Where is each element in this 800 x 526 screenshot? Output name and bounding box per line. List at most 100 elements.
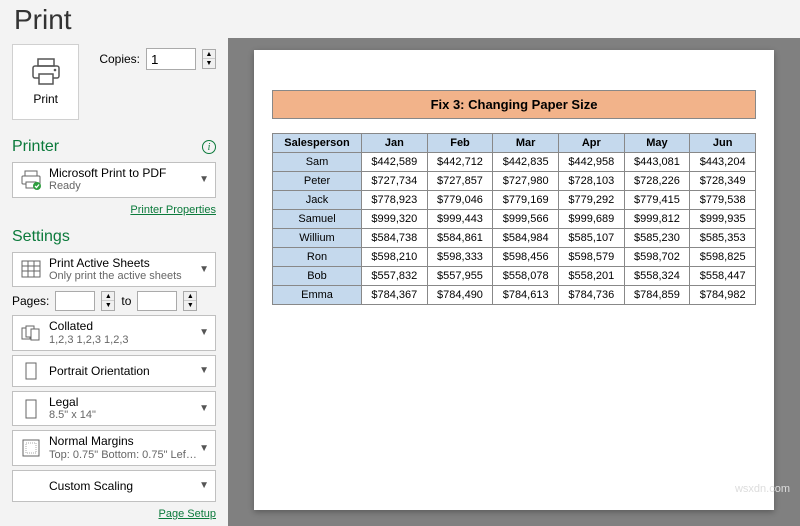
info-icon[interactable]: i [202, 140, 216, 154]
cell: $598,825 [690, 248, 756, 267]
paper-title: Legal [49, 395, 199, 409]
cell: $558,447 [690, 267, 756, 286]
cell: $999,320 [362, 210, 428, 229]
cell: $728,349 [690, 172, 756, 191]
cell: $727,857 [427, 172, 493, 191]
document-title: Fix 3: Changing Paper Size [272, 90, 756, 119]
pages-from-input[interactable] [55, 291, 95, 311]
printer-icon [30, 58, 62, 86]
table-header: Feb [427, 134, 493, 153]
cell: $779,046 [427, 191, 493, 210]
cell: $779,538 [690, 191, 756, 210]
table-row: Peter$727,734$727,857$727,980$728,103$72… [273, 172, 756, 191]
cell: $442,712 [427, 153, 493, 172]
table-header: May [624, 134, 690, 153]
table-row: Willium$584,738$584,861$584,984$585,107$… [273, 229, 756, 248]
row-label: Sam [273, 153, 362, 172]
cell: $585,230 [624, 229, 690, 248]
table-header: Apr [558, 134, 624, 153]
table-header: Jan [362, 134, 428, 153]
printer-section-title: Printer [12, 138, 59, 156]
cell: $999,812 [624, 210, 690, 229]
collation-title: Collated [49, 319, 199, 333]
copies-stepper[interactable]: ▲▼ [202, 49, 216, 69]
cell: $784,490 [427, 286, 493, 305]
scaling-select[interactable]: Custom Scaling ▼ [12, 470, 216, 502]
margins-icon [19, 439, 43, 457]
settings-section-title: Settings [12, 228, 70, 246]
sheets-icon [19, 260, 43, 278]
cell: $999,443 [427, 210, 493, 229]
cell: $598,333 [427, 248, 493, 267]
table-header: Jun [690, 134, 756, 153]
cell: $584,984 [493, 229, 559, 248]
print-button[interactable]: Print [12, 44, 79, 120]
watermark: wsxdn.com [735, 483, 790, 495]
cell: $558,201 [558, 267, 624, 286]
page-setup-link[interactable]: Page Setup [159, 508, 217, 520]
cell: $558,324 [624, 267, 690, 286]
chevron-down-icon: ▼ [199, 443, 209, 454]
scaling-title: Custom Scaling [49, 479, 199, 493]
chevron-down-icon: ▼ [199, 174, 209, 185]
cell: $999,935 [690, 210, 756, 229]
chevron-down-icon: ▼ [199, 403, 209, 414]
row-label: Bob [273, 267, 362, 286]
preview-page: Fix 3: Changing Paper Size SalespersonJa… [254, 50, 774, 510]
collation-select[interactable]: Collated 1,2,3 1,2,3 1,2,3 ▼ [12, 315, 216, 351]
row-label: Emma [273, 286, 362, 305]
orientation-select[interactable]: Portrait Orientation ▼ [12, 355, 216, 387]
chevron-down-icon: ▼ [199, 365, 209, 376]
cell: $598,702 [624, 248, 690, 267]
cell: $999,566 [493, 210, 559, 229]
cell: $778,923 [362, 191, 428, 210]
portrait-icon [19, 362, 43, 380]
paper-icon [19, 399, 43, 419]
table-header: Salesperson [273, 134, 362, 153]
cell: $779,169 [493, 191, 559, 210]
pages-to-input[interactable] [137, 291, 177, 311]
printer-properties-link[interactable]: Printer Properties [130, 204, 216, 216]
table-row: Jack$778,923$779,046$779,169$779,292$779… [273, 191, 756, 210]
cell: $557,955 [427, 267, 493, 286]
paper-size-select[interactable]: Legal 8.5" x 14" ▼ [12, 391, 216, 427]
cell: $558,078 [493, 267, 559, 286]
row-label: Willium [273, 229, 362, 248]
orientation-title: Portrait Orientation [49, 364, 199, 378]
cell: $598,210 [362, 248, 428, 267]
printer-status-icon [19, 170, 43, 190]
pages-from-stepper[interactable]: ▲▼ [101, 291, 115, 311]
page-title: Print [0, 0, 800, 38]
cell: $728,103 [558, 172, 624, 191]
table-row: Bob$557,832$557,955$558,078$558,201$558,… [273, 267, 756, 286]
cell: $784,982 [690, 286, 756, 305]
cell: $598,579 [558, 248, 624, 267]
pages-to-label: to [121, 294, 131, 308]
pages-label: Pages: [12, 294, 49, 308]
row-label: Ron [273, 248, 362, 267]
pages-to-stepper[interactable]: ▲▼ [183, 291, 197, 311]
copies-input[interactable] [146, 48, 196, 70]
printer-status: Ready [49, 180, 199, 193]
cell: $784,613 [493, 286, 559, 305]
cell: $442,958 [558, 153, 624, 172]
cell: $728,226 [624, 172, 690, 191]
chevron-down-icon: ▼ [199, 327, 209, 338]
table-header: Mar [493, 134, 559, 153]
margins-select[interactable]: Normal Margins Top: 0.75" Bottom: 0.75" … [12, 430, 216, 466]
cell: $779,292 [558, 191, 624, 210]
cell: $784,736 [558, 286, 624, 305]
preview-area: Fix 3: Changing Paper Size SalespersonJa… [228, 38, 800, 526]
margins-sub: Top: 0.75" Bottom: 0.75" Lef… [49, 449, 199, 462]
cell: $443,081 [624, 153, 690, 172]
printer-select[interactable]: Microsoft Print to PDF Ready ▼ [12, 162, 216, 198]
print-what-select[interactable]: Print Active Sheets Only print the activ… [12, 252, 216, 288]
margins-title: Normal Margins [49, 434, 199, 448]
cell: $598,456 [493, 248, 559, 267]
data-table: SalespersonJanFebMarAprMayJun Sam$442,58… [272, 133, 756, 305]
table-row: Emma$784,367$784,490$784,613$784,736$784… [273, 286, 756, 305]
table-row: Ron$598,210$598,333$598,456$598,579$598,… [273, 248, 756, 267]
cell: $779,415 [624, 191, 690, 210]
cell: $585,353 [690, 229, 756, 248]
chevron-down-icon: ▼ [199, 264, 209, 275]
